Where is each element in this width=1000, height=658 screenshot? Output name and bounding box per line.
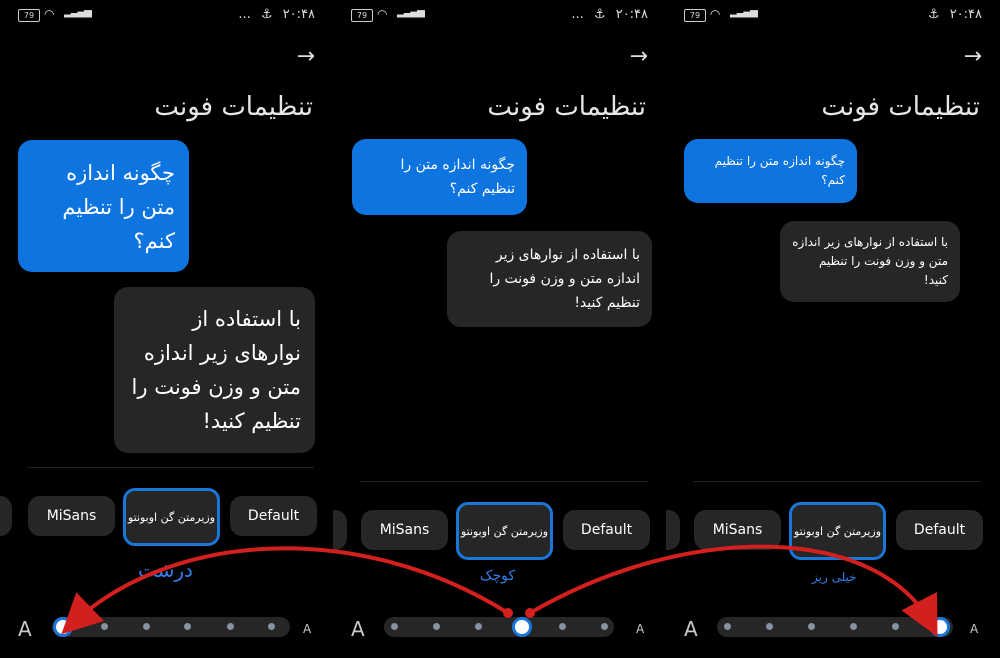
slider-step[interactable] — [850, 623, 857, 630]
battery-icon: 79 — [684, 9, 706, 22]
slider-thumb[interactable] — [512, 617, 532, 637]
slider-thumb[interactable] — [930, 617, 950, 637]
page-title: تنظیمات فونت — [821, 92, 980, 122]
font-option-default[interactable]: Default — [896, 510, 983, 550]
slider-min-label: A — [18, 617, 32, 641]
font-option-vazir[interactable]: وزیرمتن گن اوبونتو — [123, 488, 220, 546]
size-slider-track[interactable] — [384, 617, 614, 637]
font-option-partial[interactable] — [333, 510, 347, 550]
page-title: تنظیمات فونت — [487, 92, 646, 122]
slider-step[interactable] — [101, 623, 108, 630]
back-arrow-icon[interactable]: → — [297, 44, 315, 69]
battery-icon: 79 — [18, 9, 40, 22]
font-option-misans[interactable]: MiSans — [361, 510, 448, 550]
answer-bubble: با استفاده از نوارهای زیر اندازه متن و و… — [447, 231, 652, 327]
signal-icon: ▂▃▄▅ — [64, 7, 92, 18]
wifi-icon: ◠ — [44, 7, 55, 21]
divider — [27, 467, 314, 468]
battery-icon: 79 — [351, 9, 373, 22]
font-option-partial[interactable] — [0, 496, 12, 536]
size-slider-track[interactable] — [717, 617, 953, 637]
slider-step[interactable] — [227, 623, 234, 630]
more-icon: ... — [571, 7, 584, 22]
wifi-icon: ◠ — [377, 7, 388, 21]
slider-step[interactable] — [184, 623, 191, 630]
font-option-misans[interactable]: MiSans — [28, 496, 115, 536]
font-option-vazir[interactable]: وزیرمتن گن اوبونتو — [456, 502, 553, 560]
status-bar: 79 ◠ ▂▃▄▅ ... ⚓ ۲۰:۴۸ — [351, 7, 648, 25]
back-arrow-icon[interactable]: → — [964, 44, 982, 69]
phone-screen-large: 79 ◠ ▂▃▄▅ ... ⚓ ۲۰:۴۸ → تنظیمات فونت چگو… — [0, 0, 333, 658]
font-option-default[interactable]: Default — [563, 510, 650, 550]
font-option-misans[interactable]: MiSans — [694, 510, 781, 550]
signal-icon: ▂▃▄▅ — [397, 7, 425, 18]
status-bar: 79 ◠ ▂▃▄▅ ⚓ ۲۰:۴۸ — [684, 7, 982, 25]
slider-step[interactable] — [766, 623, 773, 630]
slider-step[interactable] — [892, 623, 899, 630]
question-bubble: چگونه اندازه متن را تنظیم کنم؟ — [684, 139, 857, 203]
answer-bubble: با استفاده از نوارهای زیر اندازه متن و و… — [780, 221, 960, 302]
size-label: کوچک — [480, 568, 516, 584]
slider-max-label: A — [636, 622, 645, 636]
slider-step[interactable] — [475, 623, 482, 630]
size-label: درشت — [138, 558, 193, 582]
answer-bubble: با استفاده از نوارهای زیر اندازه متن و و… — [114, 287, 315, 453]
divider — [693, 481, 981, 482]
status-bar: 79 ◠ ▂▃▄▅ ... ⚓ ۲۰:۴۸ — [18, 7, 315, 25]
slider-max-label: A — [303, 622, 312, 636]
slider-thumb[interactable] — [53, 617, 73, 637]
page-title: تنظیمات فونت — [154, 92, 313, 122]
divider — [360, 481, 648, 482]
clock: ۲۰:۴۸ — [615, 7, 648, 22]
question-bubble: چگونه اندازه متن را تنظیم کنم؟ — [18, 140, 189, 272]
notification-icon: ⚓ — [260, 7, 273, 22]
font-option-vazir[interactable]: وزیرمتن گن اوبونتو — [789, 502, 886, 560]
question-bubble: چگونه اندازه متن را تنظیم کنم؟ — [352, 139, 527, 215]
back-arrow-icon[interactable]: → — [630, 44, 648, 69]
slider-step[interactable] — [143, 623, 150, 630]
slider-step[interactable] — [724, 623, 731, 630]
slider-step[interactable] — [433, 623, 440, 630]
slider-step[interactable] — [391, 623, 398, 630]
slider-step[interactable] — [559, 623, 566, 630]
slider-min-label: A — [684, 617, 698, 641]
slider-max-label: A — [970, 622, 979, 636]
font-option-default[interactable]: Default — [230, 496, 317, 536]
notification-icon: ⚓ — [927, 7, 940, 22]
slider-min-label: A — [351, 617, 365, 641]
size-slider-track[interactable] — [52, 617, 290, 637]
signal-icon: ▂▃▄▅ — [730, 7, 758, 18]
size-label: خیلی ریز — [812, 570, 857, 584]
clock: ۲۰:۴۸ — [949, 7, 982, 22]
font-option-partial[interactable] — [666, 510, 680, 550]
slider-step[interactable] — [268, 623, 275, 630]
clock: ۲۰:۴۸ — [282, 7, 315, 22]
notification-icon: ⚓ — [593, 7, 606, 22]
slider-step[interactable] — [601, 623, 608, 630]
more-icon: ... — [238, 7, 251, 22]
wifi-icon: ◠ — [710, 7, 721, 21]
slider-step[interactable] — [808, 623, 815, 630]
